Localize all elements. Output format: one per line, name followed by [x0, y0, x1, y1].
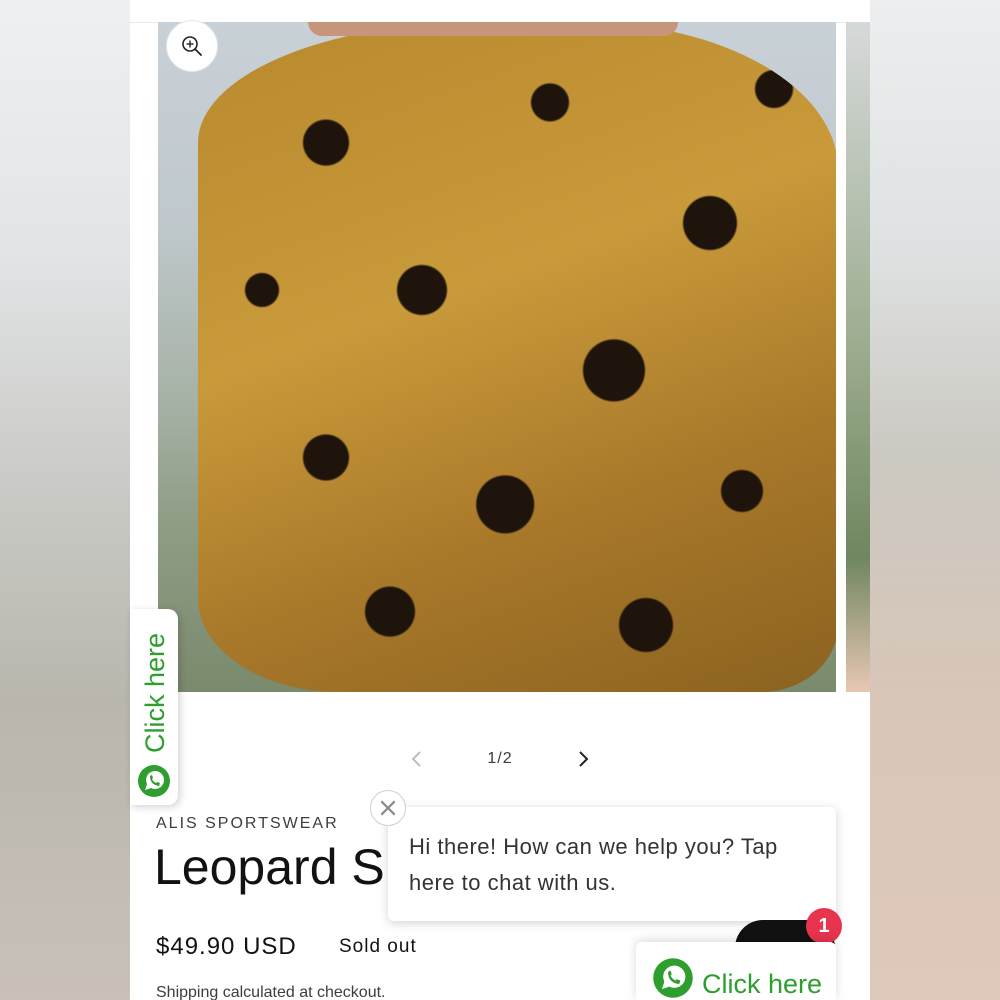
whatsapp-side-tab[interactable]: Click here: [130, 609, 178, 805]
zoom-in-icon: [182, 36, 202, 56]
chevron-right-icon: [579, 751, 589, 767]
product-vendor: ALIS SPORTSWEAR: [156, 815, 339, 832]
product-title: Leopard Sh: [154, 839, 413, 895]
chat-welcome-bubble[interactable]: Hi there! How can we help you? Tap here …: [388, 807, 836, 921]
blurred-backdrop-right: [870, 0, 1000, 1000]
notification-badge: 1: [806, 908, 842, 944]
leopard-print-shorts: [198, 22, 836, 692]
chevron-left-icon: [411, 751, 421, 767]
chat-welcome-message: Hi there! How can we help you? Tap here …: [409, 834, 778, 895]
blurred-backdrop-left: [0, 0, 130, 1000]
product-price: $49.90 USD: [156, 933, 297, 960]
whatsapp-icon: [138, 765, 170, 797]
shipping-note: Shipping calculated at checkout.: [156, 984, 386, 1000]
chat-close-button[interactable]: [370, 790, 406, 826]
product-image[interactable]: [158, 22, 836, 692]
zoom-button[interactable]: [166, 20, 218, 72]
gallery-slider-controls: 1/2: [400, 742, 600, 776]
sold-out-badge: Sold out: [339, 936, 417, 957]
next-slide-button[interactable]: [566, 742, 600, 776]
previous-slide-button[interactable]: [400, 742, 434, 776]
close-icon: [380, 800, 396, 816]
whatsapp-side-tab-label: Click here: [140, 632, 170, 753]
slide-counter: 1/2: [487, 750, 513, 767]
whatsapp-chat-button[interactable]: Click here: [636, 942, 836, 1000]
header-strip: [130, 0, 860, 23]
whatsapp-chat-button-label: Click here: [702, 968, 823, 999]
next-product-image-peek[interactable]: [846, 22, 870, 692]
skin-area: [308, 22, 678, 36]
whatsapp-icon: [653, 958, 693, 998]
